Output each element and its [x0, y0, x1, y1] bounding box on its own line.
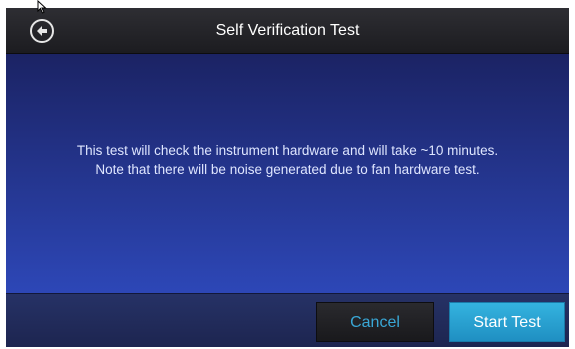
device-screen: Self Verification Test This test will ch…	[6, 8, 569, 347]
title-bar: Self Verification Test	[6, 8, 569, 54]
page-title: Self Verification Test	[215, 22, 360, 39]
content-panel: This test will check the instrument hard…	[6, 54, 569, 293]
action-bar: Cancel Start Test	[6, 293, 569, 347]
mouse-pointer-icon	[37, 0, 47, 14]
info-message: This test will check the instrument hard…	[6, 141, 569, 179]
cancel-button[interactable]: Cancel	[316, 302, 434, 342]
start-test-button[interactable]: Start Test	[449, 302, 565, 342]
message-line-1: This test will check the instrument hard…	[76, 143, 499, 158]
message-line-2: Note that there will be noise generated …	[95, 162, 480, 177]
